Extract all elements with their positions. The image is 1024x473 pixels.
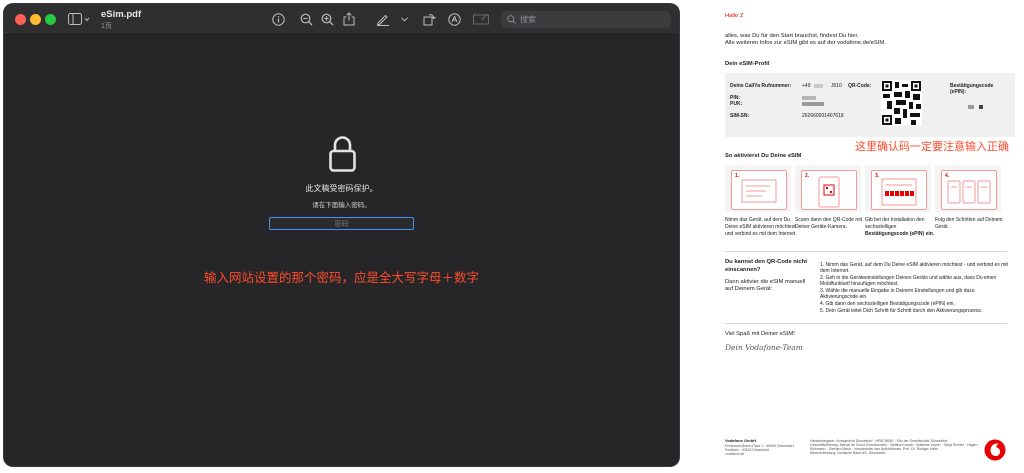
step-4-text-2: Gerät. (935, 224, 949, 230)
share-icon[interactable] (341, 11, 357, 27)
closing-text: Viel Spaß mit Deiner eSIM! (725, 331, 795, 337)
qr-scan-illustration (818, 176, 840, 208)
vodafone-logo-icon (984, 439, 1006, 461)
noscan-step-2: 2. Geh in die Geräteeinstellungen Deines… (820, 275, 997, 287)
code-entry-illustration (881, 178, 917, 206)
step-1-text-1: Nimm das Gerät, auf dem Du (725, 217, 791, 223)
redacted-puk (802, 102, 824, 106)
password-input[interactable] (269, 217, 414, 230)
simsn-value: 262660001407618 (802, 113, 844, 119)
document-page-count: 1页 (101, 23, 112, 30)
redacted-confirm-code (968, 105, 974, 109)
noscan-heading-2: einscannen? (725, 267, 761, 273)
step-1-text-3: und verbind es mit dem Internet. (725, 231, 797, 237)
step-card-3: 3. (865, 165, 931, 212)
redacted-confirm-code-2 (979, 105, 983, 109)
step-4-text-1: Folg den Schritten auf Deinem (935, 217, 1003, 223)
noscan-step-1: 1. Nimm das Gerät, auf dem Du Deine eSIM… (820, 262, 1008, 274)
rotate-icon[interactable] (421, 11, 437, 27)
close-button[interactable] (15, 14, 26, 25)
markup-pen-icon[interactable] (375, 11, 391, 27)
phone-settings-illustration (741, 179, 777, 203)
zoom-window-button[interactable] (45, 14, 56, 25)
toolbar: eSim.pdf 1页 搜索 (4, 4, 679, 35)
confirm-code-annotation: 这里确认码一定要注意输入正确 (855, 140, 1009, 153)
footer-website: vodafone.de (725, 452, 745, 456)
noscan-sub-2: auf Deinem Gerät: (725, 286, 773, 292)
lock-subtitle: 请在下面输入密码。 (312, 201, 371, 209)
signature: Dein Vodafone-Team (725, 343, 803, 352)
zoom-in-icon[interactable] (319, 11, 335, 27)
form-fill-icon (472, 11, 490, 27)
activate-heading: So aktivierst Du Deine eSIM (725, 153, 802, 159)
markup-menu-chevron-icon[interactable] (399, 11, 409, 27)
zoom-out-icon[interactable] (298, 11, 314, 27)
simsn-label: SIM-SN: (730, 113, 750, 119)
noscan-step-5: 5. Dein Gerät leitet Dich Schritt für Sc… (820, 308, 983, 314)
step-3-text-1: Gib bei der Installation den (865, 217, 925, 223)
callya-label: Deine CallYa Rufnummer: (730, 83, 792, 89)
intro-line-1: alles, was Du für den Start brauchst, fi… (725, 33, 859, 39)
qr-label: QR-Code: (848, 83, 872, 89)
step-3-text-2: sechsstelligen (865, 224, 897, 230)
step-2-text-2: Deiner Geräte-Kamera. (795, 224, 847, 230)
redacted-pin (802, 96, 816, 100)
step-card-4: 4. (935, 165, 1001, 212)
minimize-button[interactable] (30, 14, 41, 25)
step-card-2: 2. (795, 165, 861, 212)
redacted-number (814, 84, 823, 88)
divider (725, 323, 1007, 324)
step-2-text-1: Scann dann den QR-Code mit (795, 217, 862, 223)
footer-legal-4: Bankverbindung: Deutsche Bank AG, Düssel… (810, 451, 886, 455)
step-number: 2. (805, 173, 810, 179)
footer-company: Vodafone GmbH (725, 438, 757, 443)
esim-document-page: Hallo Z alles, was Du für den Start brau… (700, 0, 1024, 473)
document-title: eSim.pdf (101, 9, 142, 20)
confirm-code-label-2: (ePIN): (950, 89, 967, 95)
step-number: 1. (735, 173, 740, 179)
greeting: Hallo Z (725, 13, 744, 19)
noscan-step-4: 4. Gib dann den sechsstelligen Bestätigu… (820, 301, 955, 307)
noscan-sub-1: Dann aktivier die eSIM manuell (725, 279, 806, 285)
step-1-text-2: Deine eSIM aktivieren möchtest - (725, 224, 799, 230)
preview-window: eSim.pdf 1页 搜索 此文稿受密码保护。 请在下面输入密码。 输入网站设… (4, 4, 679, 466)
password-annotation: 输入网站设置的那个密码，应是全大写字母＋数字 (203, 270, 479, 285)
step-card-1: 1. (725, 165, 791, 212)
profile-heading: Dein eSIM-Profil (725, 61, 770, 67)
annotate-circle-icon[interactable] (446, 11, 462, 27)
callya-prefix: +49 (802, 83, 811, 89)
document-view: 此文稿受密码保护。 请在下面输入密码。 输入网站设置的那个密码，应是全大写字母＋… (4, 35, 679, 466)
intro-line-2: Alle weiteren Infos zur eSIM gibt es auf… (725, 40, 886, 46)
divider (725, 251, 1007, 252)
callya-suffix: J610 (831, 83, 842, 89)
search-placeholder: 搜索 (520, 15, 536, 24)
step-number: 4. (945, 173, 950, 179)
sidebar-toggle-icon[interactable] (68, 11, 90, 27)
noscan-step-3: 3. Wähle die manuelle Eingabe in Deinem … (820, 288, 975, 300)
qr-code-icon (881, 80, 922, 126)
info-icon[interactable] (270, 11, 286, 27)
follow-steps-illustration (947, 180, 991, 204)
noscan-heading-1: Du kannst den QR-Code nicht (725, 259, 808, 265)
puk-label: PUK: (730, 101, 743, 107)
lock-icon (329, 136, 356, 172)
search-icon (507, 15, 516, 24)
step-number: 3. (875, 173, 880, 179)
search-field[interactable]: 搜索 (501, 11, 671, 28)
step-3-text-3: Bestätigungscode (ePIN) ein. (865, 231, 935, 237)
lock-title: 此文稿受密码保护。 (305, 184, 378, 193)
